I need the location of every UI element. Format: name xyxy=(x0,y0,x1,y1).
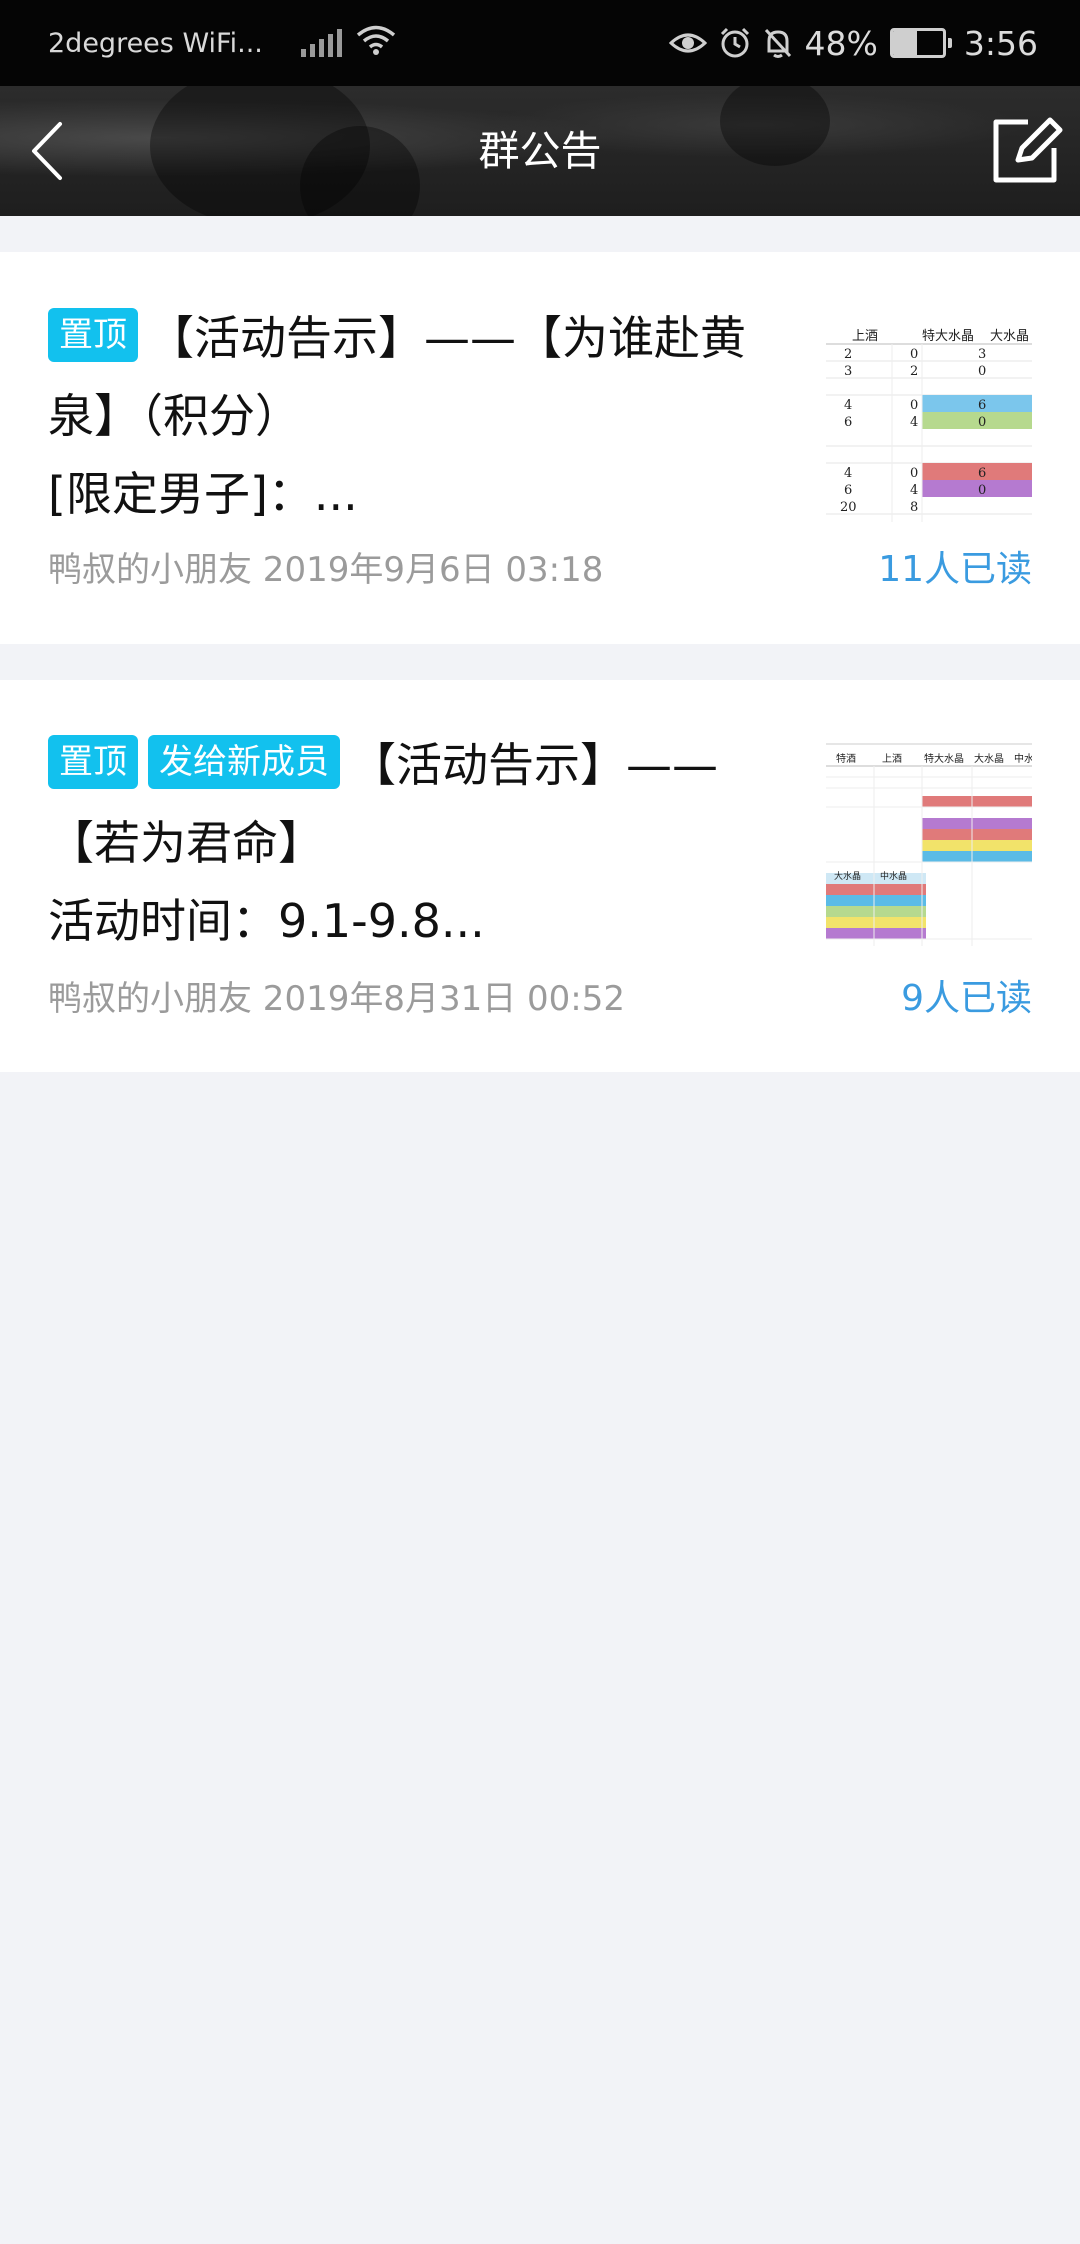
page-title: 群公告 xyxy=(478,127,602,175)
svg-text:2: 2 xyxy=(910,364,918,379)
svg-text:4: 4 xyxy=(844,398,852,413)
mute-bell-icon xyxy=(763,27,793,59)
announcement-thumbnail[interactable]: 上酒 特大水晶 大水晶 203 320 406 640 406 640 20 8 xyxy=(826,316,1032,522)
signal-icon xyxy=(300,29,342,57)
spreadsheet-thumbnail-2: 特酒 上酒 特大水晶 大水晶 中水 大水晶 中水晶 xyxy=(826,740,1032,946)
battery-percent: 48% xyxy=(804,23,878,63)
announcement-title[interactable]: 置顶 【活动告示】——【为谁赴黄 泉】（积分） [限定男子]：... xyxy=(48,299,778,533)
thumb2-header-0: 特酒 xyxy=(836,753,856,765)
new-member-tag: 发给新成员 xyxy=(148,735,340,789)
svg-text:2: 2 xyxy=(844,347,852,362)
edit-icon xyxy=(993,117,1063,183)
thumb-header-1: 特大水晶 xyxy=(922,329,974,344)
svg-text:0: 0 xyxy=(978,415,986,430)
svg-text:6: 6 xyxy=(844,483,852,498)
svg-text:4: 4 xyxy=(844,466,852,481)
wifi-icon xyxy=(356,24,396,63)
eye-icon xyxy=(668,29,707,57)
thumb-header-2: 大水晶 xyxy=(990,329,1029,344)
svg-text:6: 6 xyxy=(844,415,852,430)
edit-button[interactable] xyxy=(988,114,1064,188)
author-date: 鸭叔的小朋友 2019年8月31日 00:52 xyxy=(48,979,626,1019)
svg-text:0: 0 xyxy=(910,466,918,481)
author-date: 鸭叔的小朋友 2019年9月6日 03:18 xyxy=(48,550,604,590)
pinned-tag: 置顶 xyxy=(48,735,138,789)
title-line-3: [限定男子]：... xyxy=(48,467,358,521)
read-count-link[interactable]: 11人已读 xyxy=(878,548,1032,592)
battery-fill xyxy=(892,31,917,55)
status-left: 2degrees WiFi... xyxy=(48,0,396,86)
svg-text:3: 3 xyxy=(978,347,986,362)
status-right: 48% 3:56 xyxy=(668,0,1038,86)
nav-bar: 群公告 xyxy=(0,86,1080,216)
read-count-link[interactable]: 9人已读 xyxy=(901,977,1032,1021)
thumb2-header-3: 大水晶 xyxy=(974,752,1004,765)
thumb2-header-1: 上酒 xyxy=(882,753,902,765)
svg-text:4: 4 xyxy=(910,483,918,498)
svg-text:3: 3 xyxy=(844,364,852,379)
battery-icon xyxy=(889,28,952,58)
thumb2-header-4: 中水 xyxy=(1014,752,1032,765)
svg-text:0: 0 xyxy=(910,398,918,413)
title-line-3: 活动时间：9.1-9.8... xyxy=(48,894,485,948)
svg-text:0: 0 xyxy=(910,347,918,362)
clock: 3:56 xyxy=(963,23,1038,63)
svg-text:4: 4 xyxy=(910,415,918,430)
svg-text:6: 6 xyxy=(978,466,986,481)
svg-text:0: 0 xyxy=(978,364,986,379)
alarm-icon xyxy=(719,27,751,59)
svg-text:6: 6 xyxy=(978,398,986,413)
carrier-label: 2degrees WiFi... xyxy=(48,27,263,59)
announcement-thumbnail[interactable]: 特酒 上酒 特大水晶 大水晶 中水 大水晶 中水晶 xyxy=(826,740,1032,946)
title-line-2: 泉】（积分） xyxy=(48,389,301,443)
thumb2-sub-1: 中水晶 xyxy=(880,870,907,882)
title-line-1: 【活动告示】—— xyxy=(350,738,718,792)
announcement-title[interactable]: 置顶 发给新成员 【活动告示】—— 【若为君命】 活动时间：9.1-9.8... xyxy=(48,726,778,960)
title-line-2: 【若为君命】 xyxy=(48,816,324,870)
status-bar: 2degrees WiFi... 48% 3:56 xyxy=(0,0,1080,86)
svg-text:0: 0 xyxy=(978,483,986,498)
svg-text:8: 8 xyxy=(910,500,918,515)
svg-text:20: 20 xyxy=(840,500,857,515)
thumb2-header-2: 特大水晶 xyxy=(924,752,964,765)
pinned-tag: 置顶 xyxy=(48,308,138,362)
title-line-1: 【活动告示】——【为谁赴黄 xyxy=(148,311,746,365)
spreadsheet-thumbnail-1: 上酒 特大水晶 大水晶 203 320 406 640 406 640 20 8 xyxy=(826,316,1032,522)
thumb-header-0: 上酒 xyxy=(852,329,878,344)
thumb2-sub-0: 大水晶 xyxy=(834,870,861,882)
